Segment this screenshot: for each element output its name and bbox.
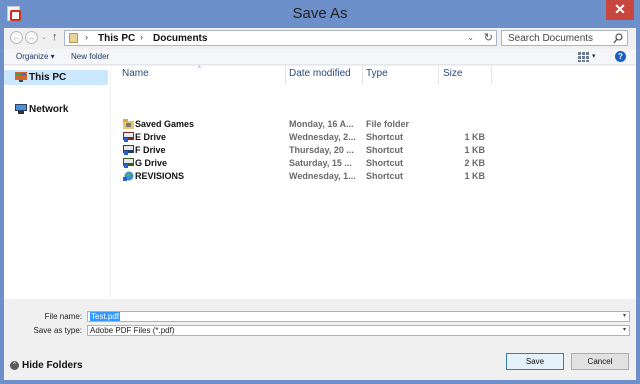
chevron-down-icon[interactable]: ▾ (623, 312, 626, 321)
breadcrumb-separator-icon[interactable]: › (140, 32, 143, 42)
network-icon (15, 104, 27, 114)
file-type: Shortcut (366, 132, 403, 142)
file-name-label: File name: (44, 312, 82, 321)
breadcrumb-documents[interactable]: Documents (153, 33, 207, 44)
table-row[interactable]: F Drive Thursday, 20 ... Shortcut 1 KB (111, 144, 501, 157)
table-row[interactable]: REVISIONS Wednesday, 1... Shortcut 1 KB (111, 170, 501, 183)
save-as-dialog: Save As ✕ ← → ⌄ ↑ › This PC › Documents … (0, 0, 640, 384)
file-name-value: Test.pdf (90, 312, 121, 321)
file-type: Shortcut (366, 158, 403, 168)
nav-item-network[interactable]: Network (4, 102, 108, 117)
column-header-size[interactable]: Size (443, 68, 462, 84)
drive-shortcut-icon (123, 145, 134, 155)
hide-folders-label: Hide Folders (22, 360, 83, 371)
file-type: Shortcut (366, 145, 403, 155)
dialog-client-area: ← → ⌄ ↑ › This PC › Documents ⌄ ↻ Search… (4, 28, 636, 380)
chevron-up-icon: ^ (10, 361, 19, 370)
address-row: ← → ⌄ ↑ › This PC › Documents ⌄ ↻ Search… (4, 28, 636, 48)
file-date-modified: Wednesday, 2... (289, 132, 356, 142)
column-divider[interactable] (491, 66, 492, 84)
up-button[interactable]: ↑ (52, 31, 58, 43)
file-date-modified: Monday, 16 A... (289, 119, 354, 129)
table-row[interactable]: Saved Games Monday, 16 A... File folder (111, 118, 501, 131)
file-list: ^ Name Date modified Type Size Saved Gam… (111, 66, 636, 299)
nav-item-this-pc[interactable]: This PC (4, 70, 108, 85)
help-icon[interactable]: ? (615, 51, 626, 62)
file-type: File folder (366, 119, 410, 129)
refresh-icon[interactable]: ↻ (484, 31, 493, 44)
view-options-icon[interactable] (578, 52, 589, 62)
title-bar[interactable]: Save As ✕ (0, 0, 640, 28)
address-bar[interactable]: › This PC › Documents ⌄ ↻ (64, 30, 497, 46)
recent-locations-dropdown[interactable]: ⌄ (41, 33, 47, 41)
file-date-modified: Wednesday, 1... (289, 171, 356, 181)
file-name-input[interactable]: Test.pdf ▾ (87, 311, 630, 322)
navigation-pane: This PC Network (4, 66, 110, 299)
column-header-date-modified[interactable]: Date modified (289, 68, 351, 84)
search-placeholder: Search Documents (508, 33, 594, 44)
organize-button[interactable]: Organize ▾ (16, 52, 55, 61)
save-button[interactable]: Save (506, 353, 564, 370)
file-type: Shortcut (366, 171, 403, 181)
new-folder-button[interactable]: New folder (71, 52, 109, 61)
file-date-modified: Saturday, 15 ... (289, 158, 352, 168)
globe-shortcut-icon (123, 171, 134, 181)
view-dropdown-icon[interactable]: ▾ (592, 52, 596, 60)
file-name: G Drive (135, 158, 168, 168)
search-input[interactable]: Search Documents (501, 30, 628, 46)
breadcrumb-separator-icon[interactable]: › (85, 32, 88, 42)
table-row[interactable]: E Drive Wednesday, 2... Shortcut 1 KB (111, 131, 501, 144)
forward-button[interactable]: → (25, 31, 38, 44)
save-as-type-select[interactable]: Adobe PDF Files (*.pdf) ▾ (87, 325, 630, 336)
drive-shortcut-icon (123, 158, 134, 168)
folder-icon (69, 33, 78, 43)
file-name: Saved Games (135, 119, 195, 129)
command-bar: Organize ▾ New folder ▾ ? (4, 49, 636, 65)
back-button[interactable]: ← (10, 31, 23, 44)
column-divider[interactable] (285, 66, 286, 84)
column-divider[interactable] (362, 66, 363, 84)
file-size: 1 KB (464, 132, 485, 142)
nav-item-label: This PC (29, 72, 67, 83)
sort-ascending-icon: ^ (198, 66, 201, 72)
column-header-type[interactable]: Type (366, 68, 388, 84)
computer-icon (15, 72, 27, 82)
file-size: 2 KB (464, 158, 485, 168)
table-row[interactable]: G Drive Saturday, 15 ... Shortcut 2 KB (111, 157, 501, 170)
nav-item-label: Network (29, 104, 69, 115)
close-button[interactable]: ✕ (606, 0, 634, 20)
file-size: 1 KB (464, 171, 485, 181)
column-header-name[interactable]: Name (122, 68, 149, 84)
save-options-panel: File name: Test.pdf ▾ Save as type: Adob… (4, 300, 636, 380)
column-divider[interactable] (438, 66, 439, 84)
chevron-down-icon[interactable]: ▾ (623, 326, 626, 335)
hide-folders-toggle[interactable]: ^ Hide Folders (10, 360, 100, 372)
address-dropdown-icon[interactable]: ⌄ (467, 33, 474, 42)
drive-shortcut-icon (123, 132, 134, 142)
breadcrumb-this-pc[interactable]: This PC (98, 33, 135, 44)
save-as-type-label: Save as type: (33, 326, 82, 335)
file-size: 1 KB (464, 145, 485, 155)
file-name: REVISIONS (135, 171, 185, 181)
saved-games-folder-icon (123, 119, 134, 129)
search-icon[interactable] (613, 33, 623, 44)
file-date-modified: Thursday, 20 ... (289, 145, 354, 155)
cancel-button[interactable]: Cancel (571, 353, 629, 370)
save-as-type-value: Adobe PDF Files (*.pdf) (90, 326, 175, 335)
window-title: Save As (292, 5, 348, 22)
file-name: F Drive (135, 145, 166, 155)
file-name: E Drive (135, 132, 167, 142)
